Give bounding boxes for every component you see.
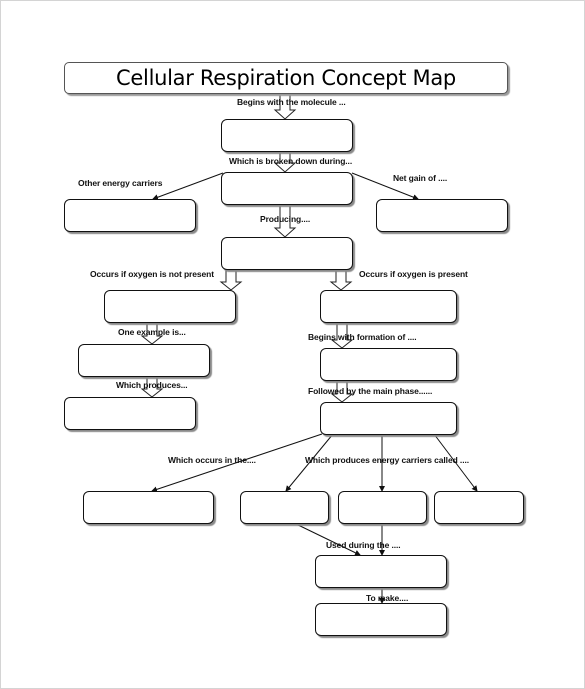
- label-net-gain-of: Net gain of ....: [393, 173, 448, 183]
- box-used-during[interactable]: [315, 555, 447, 588]
- label-used-during: Used during the ....: [326, 540, 401, 550]
- box-formation[interactable]: [320, 348, 457, 381]
- box-net-gain[interactable]: [376, 199, 508, 232]
- label-which-produces: Which produces...: [116, 380, 188, 390]
- box-anaerobic-example[interactable]: [78, 344, 210, 377]
- box-aerobic[interactable]: [320, 290, 457, 323]
- box-to-make[interactable]: [315, 603, 447, 636]
- box-carrier-1[interactable]: [240, 491, 329, 524]
- label-produces-energy-carriers: Which produces energy carriers called ..…: [305, 455, 469, 465]
- label-begins-with-molecule: Begins with the molecule ...: [237, 97, 346, 107]
- box-carrier-3[interactable]: [434, 491, 524, 524]
- box-main-phase[interactable]: [320, 402, 457, 435]
- label-oxygen-not-present: Occurs if oxygen is not present: [90, 269, 214, 279]
- label-broken-down-during: Which is broken down during...: [229, 156, 353, 166]
- label-which-occurs-in: Which occurs in the....: [168, 455, 256, 465]
- box-molecule[interactable]: [221, 119, 353, 152]
- label-one-example-is: One example is...: [118, 327, 186, 337]
- label-producing: Producing....: [260, 214, 311, 224]
- box-product[interactable]: [221, 237, 353, 270]
- page-title: Cellular Respiration Concept Map: [64, 62, 508, 94]
- box-anaerobic[interactable]: [104, 290, 236, 323]
- box-anaerobic-product[interactable]: [64, 397, 196, 430]
- label-other-energy-carriers: Other energy carriers: [78, 178, 163, 188]
- label-followed-by-main-phase: Followed by the main phase......: [308, 386, 433, 396]
- label-begins-with-formation: Begins with formation of ....: [308, 332, 417, 342]
- label-to-make: To make....: [366, 593, 409, 603]
- box-location[interactable]: [83, 491, 214, 524]
- box-breakdown-process[interactable]: [221, 172, 353, 205]
- box-carrier-2[interactable]: [338, 491, 427, 524]
- label-oxygen-present: Occurs if oxygen is present: [359, 269, 468, 279]
- box-other-energy-carriers[interactable]: [64, 199, 196, 232]
